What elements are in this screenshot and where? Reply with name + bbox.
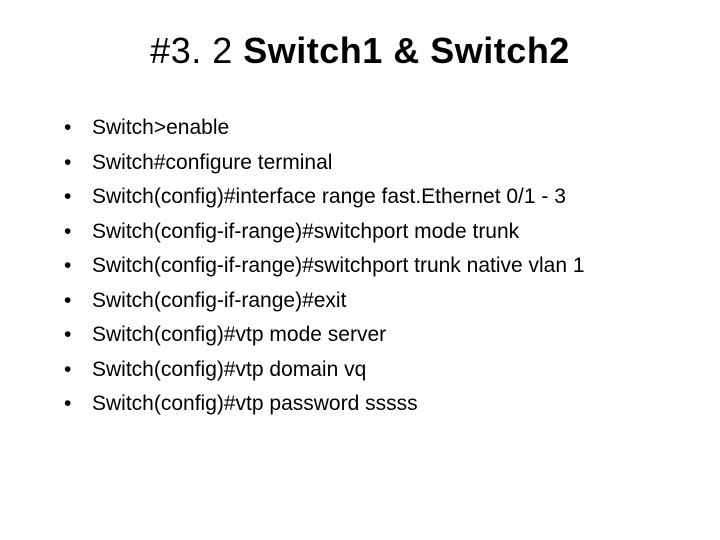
list-item: Switch(config-if-range)#exit: [64, 285, 680, 318]
list-item: Switch(config)#interface range fast.Ethe…: [64, 181, 680, 214]
bullet-text: Switch(config-if-range)#switchport mode …: [92, 220, 519, 243]
list-item: Switch(config-if-range)#switchport mode …: [64, 216, 680, 249]
bullet-text: Switch(config-if-range)#exit: [92, 289, 346, 312]
bullet-text: Switch>enable: [92, 116, 229, 139]
list-item: Switch(config)#vtp mode server: [64, 319, 680, 352]
list-item: Switch#configure terminal: [64, 147, 680, 180]
slide-title: #3. 2 Switch1 & Switch2: [40, 30, 680, 72]
bullet-text: Switch(config)#vtp domain vq: [92, 358, 366, 381]
bullet-text: Switch(config)#vtp mode server: [92, 323, 386, 346]
bullet-list: Switch>enable Switch#configure terminal …: [40, 112, 680, 421]
slide-container: #3. 2 Switch1 & Switch2 Switch>enable Sw…: [0, 0, 720, 540]
bullet-text: Switch(config)#interface range fast.Ethe…: [92, 185, 566, 208]
title-prefix: #3. 2: [150, 30, 243, 71]
list-item: Switch(config)#vtp domain vq: [64, 354, 680, 387]
list-item: Switch>enable: [64, 112, 680, 145]
title-bold: Switch1 & Switch2: [243, 30, 570, 71]
bullet-text: Switch#configure terminal: [92, 151, 332, 174]
bullet-text: Switch(config-if-range)#switchport trunk…: [92, 254, 585, 277]
bullet-text: Switch(config)#vtp password sssss: [92, 392, 418, 415]
list-item: Switch(config-if-range)#switchport trunk…: [64, 250, 680, 283]
list-item: Switch(config)#vtp password sssss: [64, 388, 680, 421]
